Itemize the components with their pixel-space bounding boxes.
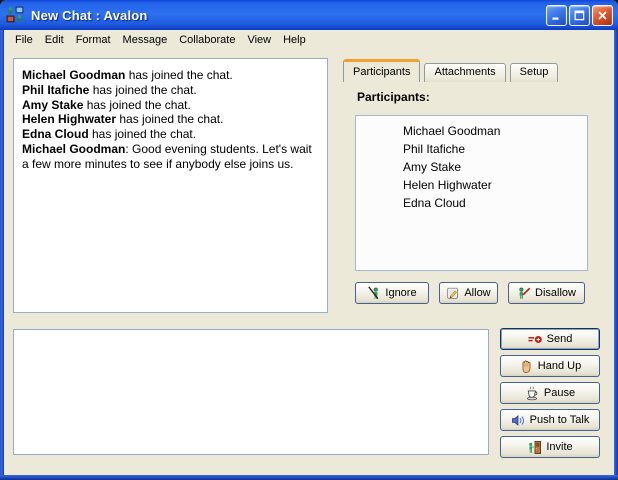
list-item[interactable]: Michael Goodman	[356, 122, 587, 140]
window-border-right	[614, 28, 618, 480]
minimize-icon	[551, 10, 562, 21]
chat-network-icon	[5, 6, 25, 24]
menu-edit[interactable]: Edit	[39, 32, 70, 48]
ignore-button[interactable]: Ignore	[355, 282, 429, 304]
raised-hand-icon	[519, 359, 534, 374]
send-label: Send	[547, 333, 573, 345]
allow-pad-pencil-icon	[446, 286, 460, 300]
participants-heading: Participants:	[357, 90, 430, 104]
list-item[interactable]: Helen Highwater	[356, 176, 587, 194]
send-button[interactable]: Send	[500, 328, 600, 350]
maximize-button[interactable]	[569, 5, 590, 26]
hand-up-button[interactable]: Hand Up	[500, 355, 600, 377]
tab-participants[interactable]: Participants	[343, 59, 420, 82]
sender-name: Phil Itafiche	[22, 83, 89, 97]
list-item[interactable]: Edna Cloud	[356, 194, 587, 212]
sender-name: Amy Stake	[22, 98, 83, 112]
chat-log: Michael Goodman has joined the chat. Phi…	[13, 58, 328, 313]
close-icon	[597, 10, 608, 21]
chat-message: Michael Goodman: Good evening students. …	[22, 142, 319, 172]
chat-message: Helen Highwater has joined the chat.	[22, 112, 319, 127]
tab-attachments[interactable]: Attachments	[424, 63, 505, 82]
list-item[interactable]: Phil Itafiche	[356, 140, 587, 158]
menu-bar: File Edit Format Message Collaborate Vie…	[4, 30, 614, 50]
close-button[interactable]	[592, 5, 613, 26]
ignore-label: Ignore	[385, 287, 416, 299]
pause-label: Pause	[544, 387, 575, 399]
sender-name: Edna Cloud	[22, 127, 89, 141]
window-controls	[546, 5, 613, 26]
menu-collaborate[interactable]: Collaborate	[173, 32, 241, 48]
pause-button[interactable]: Pause	[500, 382, 600, 404]
message-text: has joined the chat.	[83, 98, 190, 112]
ignore-person-slash-icon	[367, 286, 381, 300]
chat-message: Amy Stake has joined the chat.	[22, 98, 319, 113]
sender-name: Michael Goodman	[22, 68, 125, 82]
window-title: New Chat : Avalon	[31, 8, 148, 23]
speaker-icon	[511, 413, 526, 428]
list-item[interactable]: Amy Stake	[356, 158, 587, 176]
allow-button[interactable]: Allow	[439, 282, 498, 304]
menu-file[interactable]: File	[9, 32, 39, 48]
window-border-bottom	[0, 475, 618, 480]
message-text: has joined the chat.	[89, 83, 196, 97]
coffee-cup-icon	[525, 386, 540, 401]
participant-list[interactable]: Michael Goodman Phil Itafiche Amy Stake …	[355, 115, 588, 271]
menu-view[interactable]: View	[241, 32, 277, 48]
allow-label: Allow	[464, 287, 490, 299]
chat-message: Phil Itafiche has joined the chat.	[22, 83, 319, 98]
disallow-button[interactable]: Disallow	[508, 282, 585, 304]
menu-message[interactable]: Message	[117, 32, 174, 48]
disallow-person-red-slash-icon	[517, 286, 531, 300]
message-text: has joined the chat.	[125, 68, 232, 82]
disallow-label: Disallow	[535, 287, 576, 299]
invite-button[interactable]: Invite	[500, 436, 600, 458]
window-border-left	[0, 28, 4, 480]
push-to-talk-label: Push to Talk	[530, 414, 590, 426]
person-door-icon	[527, 440, 542, 455]
maximize-icon	[574, 10, 585, 21]
sender-name: Michael Goodman	[22, 142, 125, 156]
message-input[interactable]	[13, 329, 489, 455]
invite-label: Invite	[546, 441, 572, 453]
chat-message: Michael Goodman has joined the chat.	[22, 68, 319, 83]
push-to-talk-button[interactable]: Push to Talk	[500, 409, 600, 431]
message-text: has joined the chat.	[89, 127, 196, 141]
hand-up-label: Hand Up	[538, 360, 581, 372]
message-text: has joined the chat.	[116, 112, 223, 126]
menu-format[interactable]: Format	[70, 32, 117, 48]
titlebar: New Chat : Avalon	[0, 0, 618, 30]
sender-name: Helen Highwater	[22, 112, 116, 126]
tab-strip: Participants Attachments Setup	[343, 59, 562, 82]
minimize-button[interactable]	[546, 5, 567, 26]
tab-setup[interactable]: Setup	[510, 63, 559, 82]
menu-help[interactable]: Help	[277, 32, 312, 48]
send-lines-stamp-icon	[528, 332, 543, 347]
chat-message: Edna Cloud has joined the chat.	[22, 127, 319, 142]
chat-window: New Chat : Avalon	[0, 0, 618, 480]
